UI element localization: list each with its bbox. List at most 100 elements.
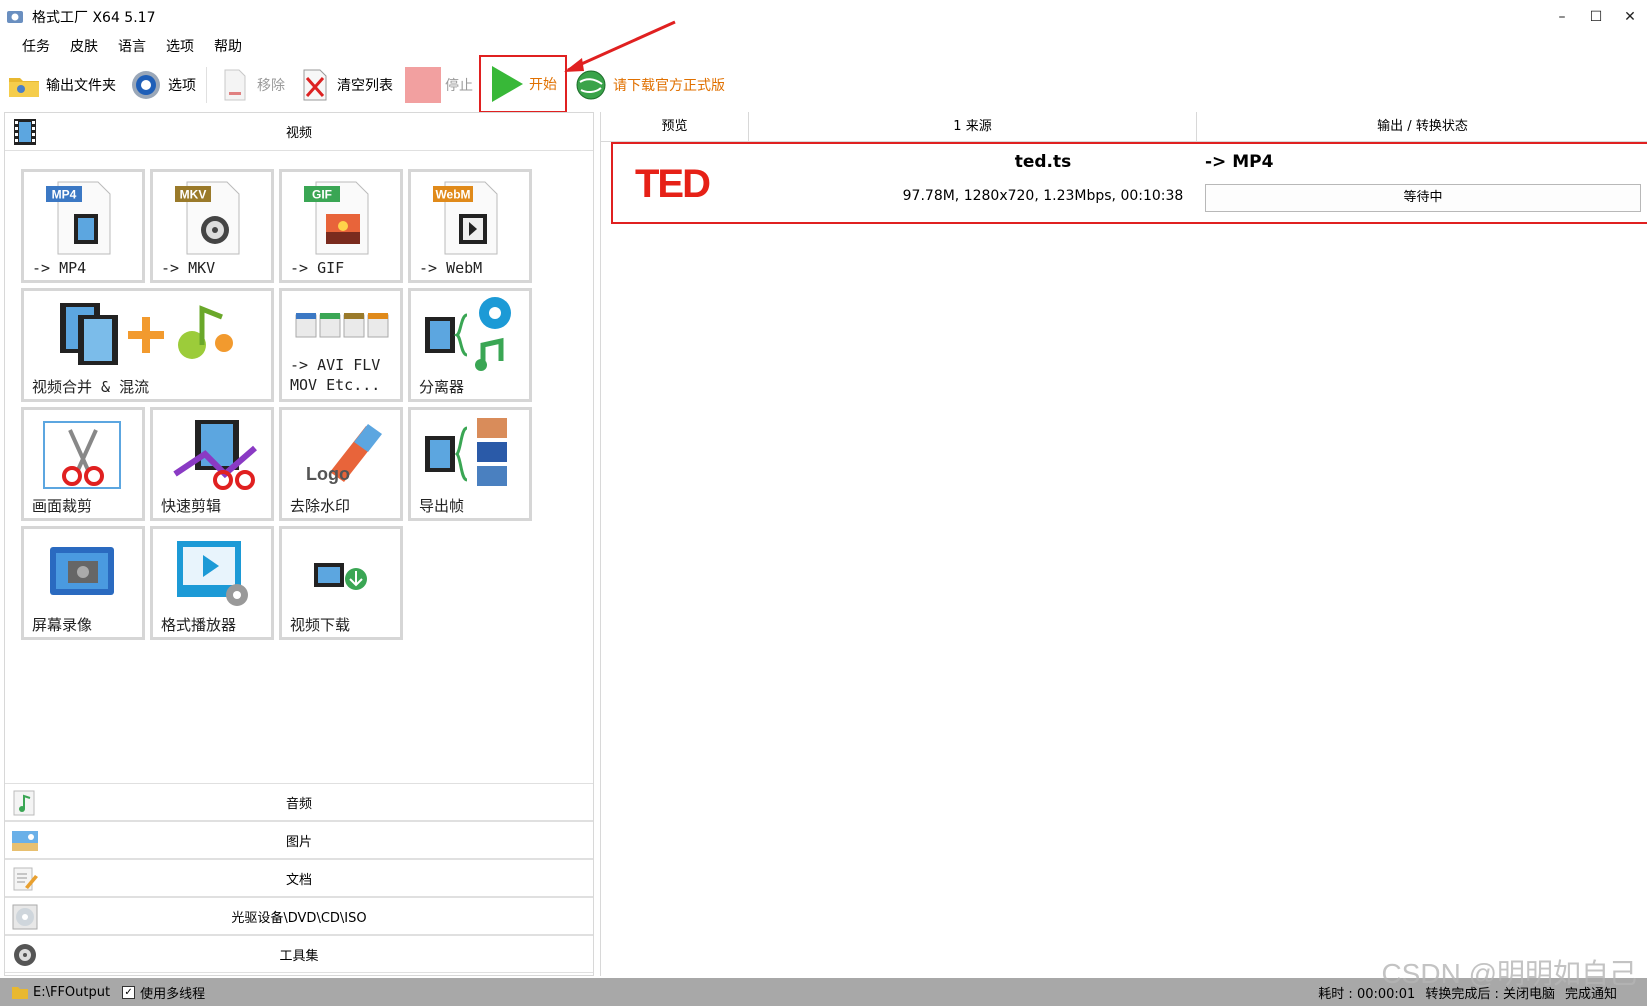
category-toolbox-label: 工具集 (279, 948, 319, 964)
svg-text:WebM: WebM (435, 188, 470, 202)
other-categories: 音频 图片 文档 光驱设备\DVD\CD\ISO 工具集 (5, 783, 593, 973)
tile-to-gif-label: -> GIF (290, 259, 345, 277)
category-document-label: 文档 (285, 872, 312, 888)
tile-screen-record-label: 屏幕录像 (32, 616, 93, 634)
tile-to-mkv-label: -> MKV (161, 259, 216, 277)
task-file-name: ted.ts (1014, 152, 1072, 172)
tile-export-frames[interactable]: 导出帧 (408, 407, 532, 521)
output-folder-button[interactable]: 输出文件夹 (0, 63, 122, 107)
tile-to-mkv[interactable]: MKV -> MKV (150, 169, 274, 283)
export-frames-icon (425, 418, 507, 486)
window-controls: – ☐ ✕ (1545, 0, 1647, 34)
window-title: 格式工厂 X64 5.17 (32, 10, 156, 26)
output-path: E:\FFOutput (33, 984, 111, 1000)
folder-small-icon (12, 987, 28, 999)
menu-options[interactable]: 选项 (156, 36, 204, 58)
close-button[interactable]: ✕ (1613, 0, 1647, 34)
tile-export-frames-label: 导出帧 (419, 497, 465, 515)
category-audio-label: 音频 (285, 796, 312, 812)
clear-list-icon (297, 67, 333, 103)
folder-icon (6, 67, 42, 103)
svg-text:Logo: Logo (306, 464, 350, 484)
task-status-bar: 等待中 (1205, 184, 1641, 212)
splitter-icon (425, 297, 511, 371)
mkv-file-icon (175, 181, 240, 255)
tile-to-avi-flv-mov[interactable]: -> AVI FLV MOV Etc... (279, 288, 403, 402)
svg-text:MP4: MP4 (52, 188, 77, 202)
tile-to-gif[interactable]: GIF -> GIF (279, 169, 403, 283)
category-optical-drive[interactable]: 光驱设备\DVD\CD\ISO (5, 897, 593, 935)
mp4-file-icon (46, 181, 111, 255)
task-list-header: 预览 1 来源 输出 / 转换状态 (601, 112, 1647, 142)
category-video-label: 视频 (285, 126, 312, 141)
document-edit-icon (13, 867, 38, 891)
stop-label: 停止 (445, 78, 473, 94)
play-icon (489, 66, 525, 102)
menu-help[interactable]: 帮助 (204, 36, 252, 58)
column-preview[interactable]: 预览 (601, 112, 749, 142)
category-image[interactable]: 图片 (5, 821, 593, 859)
video-download-icon (314, 563, 367, 590)
quick-cut-icon (173, 420, 257, 490)
multithread-checkbox[interactable]: ✓ (122, 985, 136, 999)
category-image-label: 图片 (285, 834, 312, 850)
column-source[interactable]: 1 来源 (749, 112, 1197, 142)
options-label: 选项 (168, 78, 196, 94)
tile-remove-watermark-label: 去除水印 (290, 497, 351, 515)
tile-video-download-label: 视频下载 (290, 616, 351, 634)
category-video[interactable]: 视频 (5, 113, 593, 151)
menu-language[interactable]: 语言 (108, 36, 156, 58)
menu-task[interactable]: 任务 (12, 36, 60, 58)
category-toolbox[interactable]: 工具集 (5, 935, 593, 973)
tile-splitter[interactable]: 分离器 (408, 288, 532, 402)
svg-text:MKV: MKV (180, 188, 207, 202)
task-row[interactable]: TED ted.ts 97.78M, 1280x720, 1.23Mbps, 0… (611, 142, 1647, 224)
tile-to-webm[interactable]: WebM -> WebM (408, 169, 532, 283)
tile-format-player-label: 格式播放器 (161, 616, 237, 634)
tile-crop[interactable]: 画面裁剪 (21, 407, 145, 521)
promo-label: 请下载官方正式版 (613, 78, 725, 94)
tile-video-merge-mux-label: 视频合并 & 混流 (32, 378, 150, 396)
tile-to-avi-flv-mov-label: -> AVI FLV MOV Etc... (290, 356, 381, 394)
column-output-status[interactable]: 输出 / 转换状态 (1197, 112, 1647, 142)
tile-screen-record[interactable]: 屏幕录像 (21, 526, 145, 640)
document-remove-icon (217, 67, 253, 103)
tile-video-merge-mux[interactable]: 视频合并 & 混流 (21, 288, 274, 402)
tile-to-webm-label: -> WebM (419, 259, 483, 277)
category-document[interactable]: 文档 (5, 859, 593, 897)
toolbar-divider (206, 67, 207, 103)
tile-format-player[interactable]: 格式播放器 (150, 526, 274, 640)
stop-button[interactable]: 停止 (399, 63, 479, 107)
tile-remove-watermark[interactable]: Logo 去除水印 (279, 407, 403, 521)
menu-skin[interactable]: 皮肤 (60, 36, 108, 58)
task-file-info: 97.78M, 1280x720, 1.23Mbps, 00:10:38 (902, 188, 1184, 204)
category-audio[interactable]: 音频 (5, 783, 593, 821)
remove-button[interactable]: 移除 (211, 63, 291, 107)
gif-badge: GIF (312, 188, 332, 202)
tile-to-mp4[interactable]: MP4 -> MP4 (21, 169, 145, 283)
left-panel: 视频 MP4 -> MP4 MKV -> MKV GIF -> GIF WebM… (4, 112, 594, 976)
stop-icon (405, 67, 441, 103)
maximize-button[interactable]: ☐ (1579, 0, 1613, 34)
clear-list-label: 清空列表 (337, 78, 393, 94)
mkv-badge: MKV (180, 188, 207, 202)
music-note-icon (13, 790, 35, 816)
film-icon (14, 119, 36, 145)
ted-logo-thumbnail: TED (635, 162, 711, 206)
category-optical-drive-label: 光驱设备\DVD\CD\ISO (231, 910, 367, 926)
clear-list-button[interactable]: 清空列表 (291, 63, 399, 107)
tile-to-mp4-label: -> MP4 (32, 259, 87, 277)
multithread-toggle[interactable]: ✓ 使用多线程 (122, 983, 205, 1002)
start-label: 开始 (529, 77, 557, 93)
svg-text:GIF: GIF (312, 188, 332, 202)
options-button[interactable]: 选项 (122, 63, 202, 107)
player-icon (177, 541, 248, 606)
output-path-link[interactable]: E:\FFOutput (12, 985, 110, 1000)
tile-video-download[interactable]: 视频下载 (279, 526, 403, 640)
start-button[interactable]: 开始 (479, 55, 567, 113)
download-official-link[interactable]: 请下载官方正式版 (567, 63, 731, 107)
minimize-button[interactable]: – (1545, 0, 1579, 34)
gear-icon (128, 67, 164, 103)
tile-quick-cut[interactable]: 快速剪辑 (150, 407, 274, 521)
toolbar: 输出文件夹 选项 移除 清空列表 停止 开始 请下载官方正式版 (0, 55, 1647, 113)
